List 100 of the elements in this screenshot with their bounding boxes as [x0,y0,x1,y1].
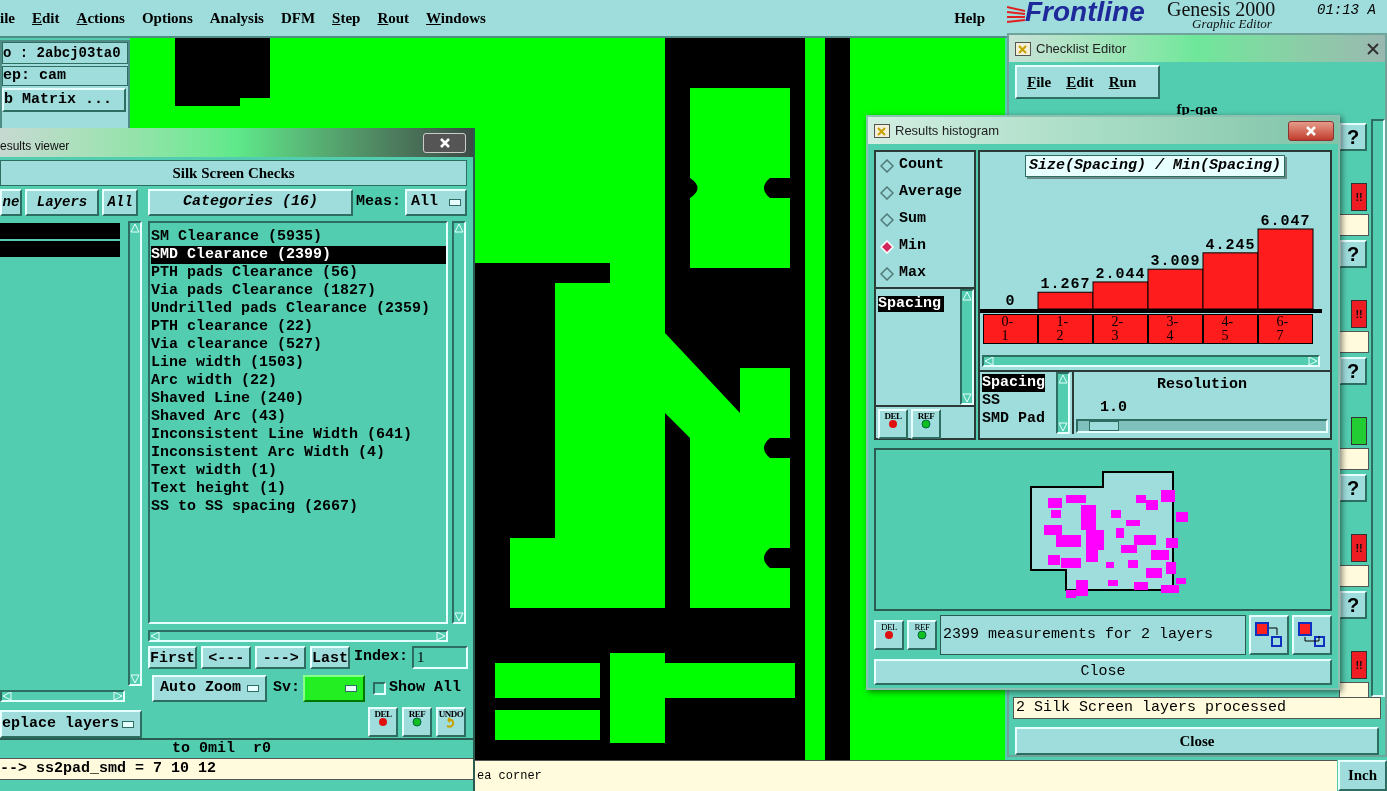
down-arrow-icon [1058,422,1068,432]
tool-button[interactable]: UNDO [436,707,466,737]
category-item[interactable]: Via pads Clearance (1827) [151,282,446,300]
help-button[interactable]: ? [1339,591,1368,619]
nav-button[interactable]: <--- [201,646,252,669]
right-arrow-icon [436,632,446,640]
menu-item[interactable]: Help [954,6,985,30]
dropdown-indicator-icon [345,684,357,692]
menu-item[interactable]: Run [1108,70,1137,94]
help-button[interactable]: ? [1339,474,1368,502]
category-item[interactable]: SM Clearance (5935) [151,228,446,246]
layer-tab[interactable]: All [102,189,138,216]
help-button[interactable]: ? [1339,357,1368,385]
category-item[interactable]: Undrilled pads Clearance (2359) [151,300,446,318]
menu-item[interactable]: DFM [280,6,316,30]
resolution-item[interactable]: SMD Pad [982,410,1045,428]
meas-label: Meas: [356,192,401,213]
scrollbar[interactable] [982,355,1320,367]
menu-item[interactable]: Rout [377,6,410,30]
chart-title: Size(Spacing) / Min(Spacing) [1024,155,1285,177]
category-item[interactable]: Text width (1) [151,462,446,480]
tool-button[interactable]: REF [911,409,941,439]
resolution-item[interactable]: SS [982,392,1000,410]
nav-button[interactable]: First [148,646,197,669]
tool-button[interactable]: REF [402,707,432,737]
scrollbar[interactable] [0,690,125,702]
nav-button[interactable]: Last [309,646,350,669]
category-item[interactable]: Text height (1) [151,480,446,498]
left-arrow-icon [984,357,994,365]
checkbox[interactable] [373,681,386,695]
window-title: esults viewer [0,137,70,155]
close-button[interactable] [1288,120,1334,141]
close-icon[interactable] [1367,42,1379,55]
category-item[interactable]: PTH pads Clearance (56) [151,264,446,282]
category-item[interactable]: Line width (1503) [151,354,446,372]
category-item[interactable]: Inconsistent Arc Width (4) [151,444,446,462]
menu-item[interactable]: Options [141,6,193,30]
menu-item[interactable]: Step [332,6,361,30]
category-item[interactable]: Arc width (22) [151,372,446,390]
meas-dropdown[interactable]: All [405,189,467,216]
radio-option[interactable]: Count [876,152,974,179]
index-field[interactable]: 1 [412,646,468,669]
layer-mode-dropdown[interactable]: eplace layers [0,710,142,738]
bin-label: 0-1 [983,314,1038,344]
coordinates-readout: to 0mil r0 [172,738,272,759]
radio-option[interactable]: Sum [876,206,974,233]
scrollbar[interactable] [960,289,974,405]
menu-item[interactable]: Analysis [209,6,264,30]
step-name: ep: cam [2,66,128,86]
radio-option[interactable]: Average [876,179,974,206]
categories-button[interactable]: Categories (16) [148,189,353,216]
bar-value-label: 4.245 [1205,236,1256,254]
category-item[interactable]: Inconsistent Line Width (641) [151,426,446,444]
resolution-slider[interactable] [1076,419,1328,433]
up-arrow-icon [962,291,972,301]
scrollbar[interactable] [1056,372,1070,434]
menu-item[interactable]: Edit [32,6,60,30]
category-item[interactable]: SMD Clearance (2399) [151,246,446,264]
menu-item[interactable]: Edit [1066,70,1094,94]
menu-item[interactable]: File [1027,70,1052,94]
close-button[interactable]: Close [874,659,1332,685]
layer-tab[interactable]: Layers [25,189,99,216]
sv-label: Sv: [273,677,300,698]
matrix-button[interactable]: b Matrix ... [2,88,126,112]
left-arrow-icon [150,632,160,640]
tool-button[interactable]: DEL [368,707,398,737]
menu-item[interactable]: ile [0,6,15,30]
scrollbar[interactable] [148,630,448,642]
resolution-item[interactable]: Spacing [982,374,1045,392]
help-button[interactable]: ? [1339,123,1368,151]
units-button[interactable]: Inch [1338,760,1387,791]
result-field [1339,448,1370,470]
layer-tab[interactable]: ne [0,189,22,216]
measure-item[interactable]: Spacing [878,296,944,312]
close-button[interactable]: Close [1015,727,1379,755]
slider-thumb[interactable] [1088,421,1119,431]
tool-button[interactable]: REF [907,620,937,650]
category-item[interactable]: Shaved Arc (43) [151,408,446,426]
radio-option[interactable]: Max [876,260,974,287]
export-button[interactable] [1292,615,1332,655]
menu-item[interactable]: Windows [426,6,486,30]
tool-button[interactable]: DEL [874,620,904,650]
scrollbar[interactable] [128,221,142,686]
show-all-label: Show All [389,677,462,698]
result-field [1339,565,1370,587]
scrollbar[interactable] [1371,119,1385,697]
radio-option[interactable]: Min [876,233,974,260]
nav-button[interactable]: ---> [255,646,306,669]
menu-item[interactable]: Actions [76,6,125,30]
zoom-dropdown[interactable]: Auto Zoom [152,674,267,702]
status-indicator: !! [1351,651,1368,679]
category-item[interactable]: Via clearance (527) [151,336,446,354]
tool-button[interactable]: DEL [878,409,908,439]
category-item[interactable]: SS to SS spacing (2667) [151,498,446,516]
category-item[interactable]: PTH clearance (22) [151,318,446,336]
scrollbar[interactable] [452,221,466,624]
color-dropdown[interactable] [303,674,365,702]
help-button[interactable]: ? [1339,240,1368,268]
export-button[interactable] [1249,615,1289,655]
category-item[interactable]: Shaved Line (240) [151,390,446,408]
